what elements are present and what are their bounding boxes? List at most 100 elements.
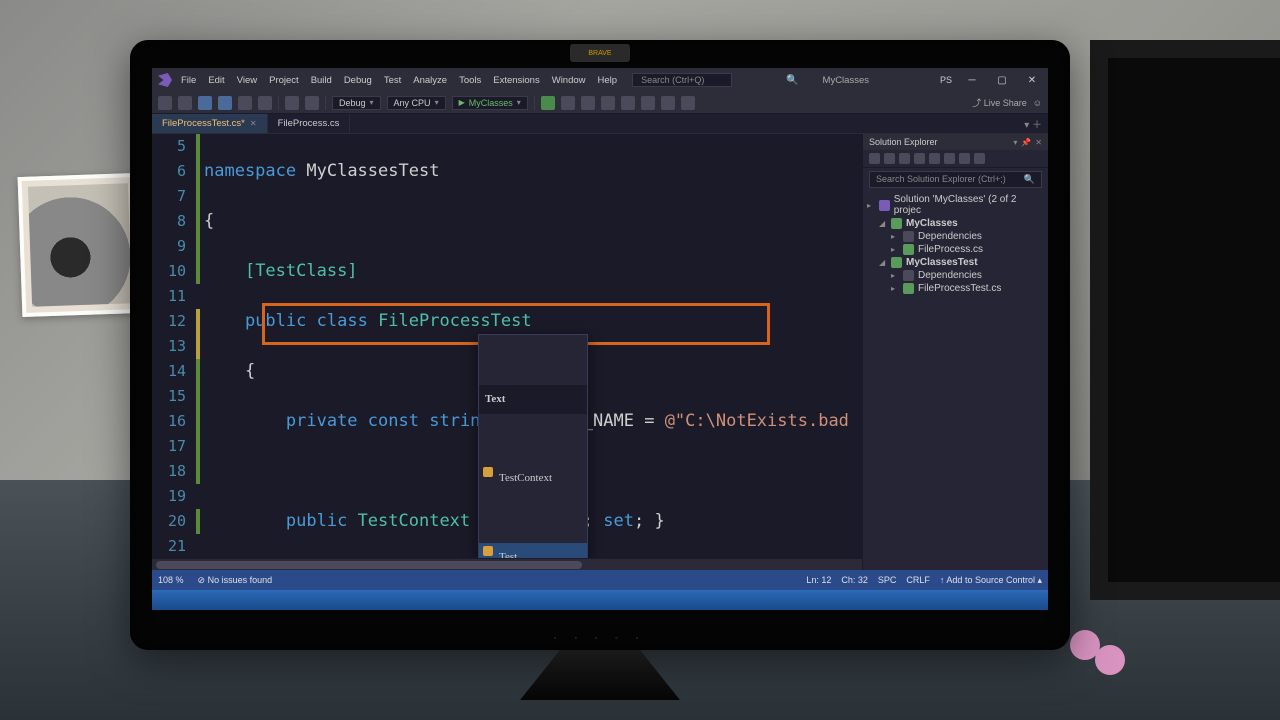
source-control-button[interactable]: ↑ Add to Source Control ▴ — [940, 575, 1042, 586]
desk-photo — [18, 173, 143, 317]
windows-taskbar[interactable] — [152, 590, 1048, 610]
minimize-button[interactable]: ─ — [962, 75, 982, 86]
webcam: BRAVE — [570, 44, 630, 62]
line-ending[interactable]: CRLF — [906, 575, 930, 586]
toolbar-icon[interactable] — [621, 96, 635, 110]
menu-extensions[interactable]: Extensions — [488, 73, 544, 88]
toolbar-icon[interactable] — [561, 96, 575, 110]
solution-tree[interactable]: ▸ Solution 'MyClasses' (2 of 2 projec ◢ … — [863, 191, 1048, 570]
tab-overflow-icon[interactable]: ▾ ＋ — [1018, 114, 1048, 133]
home-icon[interactable] — [869, 153, 880, 164]
feedback-icon[interactable]: ☺ — [1033, 98, 1042, 108]
search-box[interactable]: Search (Ctrl+Q) — [632, 73, 732, 87]
intellisense-item[interactable]: Test — [479, 543, 587, 558]
start-button[interactable]: MyClasses — [452, 96, 528, 110]
horizontal-scrollbar[interactable] — [152, 558, 862, 570]
toolbar-icon[interactable] — [541, 96, 555, 110]
monitor-buttons: ◦ ◦ ◦ ◦ ◦ — [554, 635, 646, 642]
show-all-icon[interactable] — [944, 153, 955, 164]
tab-fileprocess[interactable]: FileProcess.cs — [268, 114, 351, 133]
sync-icon[interactable] — [914, 153, 925, 164]
properties-icon[interactable] — [929, 153, 940, 164]
solution-search[interactable]: Search Solution Explorer (Ctrl+;)🔍 — [869, 171, 1042, 188]
menu-analyze[interactable]: Analyze — [408, 73, 452, 88]
app-title: MyClasses — [823, 75, 869, 86]
cursor-col: Ch: 32 — [841, 575, 868, 586]
menu-debug[interactable]: Debug — [339, 73, 377, 88]
editor[interactable]: 56 78 910 1112 1314 1516 1718 1920 2122 — [152, 134, 862, 570]
close-tab-icon[interactable]: ✕ — [250, 119, 257, 128]
account-badge[interactable]: PS — [940, 75, 952, 85]
intellisense-popup[interactable]: Text TestContext Test testContext test G… — [478, 334, 588, 558]
nav-fwd-icon[interactable] — [178, 96, 192, 110]
search-icon[interactable]: 🔍 — [786, 75, 798, 86]
menu-tools[interactable]: Tools — [454, 73, 486, 88]
open-icon[interactable] — [218, 96, 232, 110]
menu-edit[interactable]: Edit — [203, 73, 229, 88]
nav-back-icon[interactable] — [158, 96, 172, 110]
toolbar-icon[interactable] — [641, 96, 655, 110]
separator — [278, 96, 279, 110]
save-icon[interactable] — [238, 96, 252, 110]
menu-project[interactable]: Project — [264, 73, 304, 88]
new-project-icon[interactable] — [198, 96, 212, 110]
project-node[interactable]: ◢ MyClassesTest — [867, 256, 1044, 269]
document-tabs: FileProcessTest.cs* ✕ FileProcess.cs ▾ ＋ — [152, 114, 1048, 134]
redo-icon[interactable] — [305, 96, 319, 110]
close-button[interactable]: ✕ — [1022, 75, 1042, 86]
maximize-button[interactable]: ▢ — [992, 75, 1012, 86]
undo-icon[interactable] — [285, 96, 299, 110]
tab-label: FileProcessTest.cs* — [162, 118, 245, 129]
menu-build[interactable]: Build — [306, 73, 337, 88]
close-panel-icon[interactable]: ✕ — [1035, 138, 1042, 147]
toolbar-icon[interactable] — [581, 96, 595, 110]
pin-icon[interactable]: ▾ — [1013, 138, 1017, 147]
pin-icon[interactable]: 📌 — [1021, 138, 1031, 147]
config-dropdown[interactable]: Debug — [332, 96, 381, 110]
issues-indicator[interactable]: ⊘ No issues found — [198, 575, 273, 586]
toolbar-icon[interactable] — [601, 96, 615, 110]
line-number-gutter: 56 78 910 1112 1314 1516 1718 1920 2122 — [152, 134, 196, 558]
tree-item[interactable]: ▸ FileProcessTest.cs — [867, 282, 1044, 295]
vs-logo-icon — [158, 73, 172, 87]
tree-item[interactable]: ▸ Dependencies — [867, 269, 1044, 282]
toolbar-icon[interactable] — [661, 96, 675, 110]
menu-view[interactable]: View — [232, 73, 262, 88]
live-share-button[interactable]: ⤴ Live Share — [972, 96, 1027, 109]
tree-item[interactable]: ▸ Dependencies — [867, 230, 1044, 243]
separator — [325, 96, 326, 110]
project-node[interactable]: ◢ MyClasses — [867, 217, 1044, 230]
zoom-level[interactable]: 108 % — [158, 575, 184, 585]
tab-label: FileProcess.cs — [278, 118, 340, 129]
panel-title: Solution Explorer ▾ 📌 ✕ — [863, 134, 1048, 150]
menu-window[interactable]: Window — [547, 73, 591, 88]
intellisense-header: Text — [479, 385, 587, 414]
monitor-bezel: BRAVE ◦ ◦ ◦ ◦ ◦ File Edit View Project B… — [130, 40, 1070, 650]
csproj-icon — [891, 218, 902, 229]
tree-item[interactable]: ▸ FileProcess.cs — [867, 243, 1044, 256]
dependencies-icon — [903, 231, 914, 242]
toolbar: Debug Any CPU MyClasses ⤴ Live Share ☺ — [152, 92, 1048, 114]
main-menu: File Edit View Project Build Debug Test … — [176, 73, 622, 88]
desk-flower — [1060, 610, 1140, 690]
toolbar-icon[interactable] — [959, 153, 970, 164]
solution-node[interactable]: ▸ Solution 'MyClasses' (2 of 2 projec — [867, 193, 1044, 217]
status-bar: 108 % ⊘ No issues found Ln: 12 Ch: 32 SP… — [152, 570, 1048, 590]
indent-mode[interactable]: SPC — [878, 575, 897, 586]
intellisense-item[interactable]: TestContext — [479, 464, 587, 493]
save-all-icon[interactable] — [258, 96, 272, 110]
tab-fileprocesstest[interactable]: FileProcessTest.cs* ✕ — [152, 114, 268, 133]
titlebar: File Edit View Project Build Debug Test … — [152, 68, 1048, 92]
toolbar-icon[interactable] — [681, 96, 695, 110]
code-area[interactable]: namespace MyClassesTest { [TestClass] pu… — [200, 134, 862, 558]
menu-test[interactable]: Test — [379, 73, 406, 88]
platform-dropdown[interactable]: Any CPU — [387, 96, 446, 110]
solution-icon — [879, 200, 890, 211]
csproj-icon — [891, 257, 902, 268]
menu-file[interactable]: File — [176, 73, 201, 88]
collapse-icon[interactable] — [899, 153, 910, 164]
menu-help[interactable]: Help — [593, 73, 623, 88]
monitor-stand — [520, 650, 680, 700]
toolbar-icon[interactable] — [974, 153, 985, 164]
refresh-icon[interactable] — [884, 153, 895, 164]
